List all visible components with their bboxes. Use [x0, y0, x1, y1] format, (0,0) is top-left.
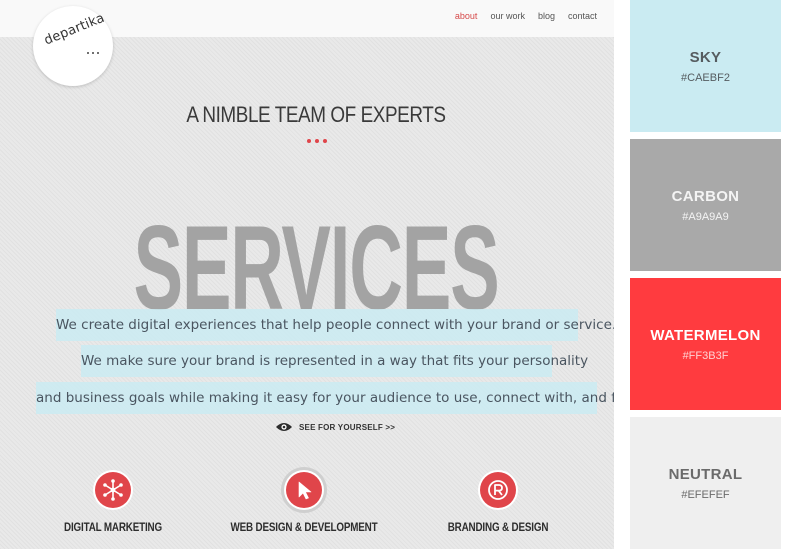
service-label: DIGITAL MARKETING: [64, 520, 162, 534]
intro-text-line-3: and business goals while making it easy …: [36, 382, 614, 414]
swatch-sky: SKY #CAEBF2: [630, 0, 781, 132]
nav-link-blog[interactable]: blog: [538, 11, 555, 21]
service-label: WEB DESIGN & DEVELOPMENT: [230, 520, 378, 534]
nav-link-about[interactable]: about: [455, 11, 478, 21]
swatch-neutral: NEUTRAL #EFEFEF: [630, 417, 781, 549]
page-headline: A NIMBLE TEAM OF EXPERTS: [186, 102, 446, 127]
nav-link-our-work[interactable]: our work: [490, 11, 525, 21]
intro-text-line-1: We create digital experiences that help …: [56, 309, 614, 341]
swatch-name: SKY: [689, 48, 722, 66]
swatch-hex: #A9A9A9: [682, 210, 729, 223]
nav-link-contact[interactable]: contact: [568, 11, 597, 21]
see-for-yourself-label: SEE FOR YOURSELF >>: [299, 422, 396, 432]
swatch-name: WATERMELON: [650, 326, 761, 344]
swatch-hex: #FF3B3F: [682, 349, 729, 362]
swatch-carbon: CARBON #A9A9A9: [630, 139, 781, 271]
logo[interactable]: departika: [33, 6, 113, 86]
cursor-icon: [286, 472, 322, 508]
swatch-watermelon: WATERMELON #FF3B3F: [630, 278, 781, 410]
see-for-yourself-link[interactable]: SEE FOR YOURSELF >>: [275, 421, 395, 433]
swatch-hex: #EFEFEF: [681, 488, 730, 501]
service-digital-marketing[interactable]: DIGITAL MARKETING: [18, 472, 208, 534]
eye-icon: [276, 423, 292, 431]
service-branding-design[interactable]: BRANDING & DESIGN: [403, 472, 593, 534]
headline-divider-dots: [307, 139, 327, 143]
main-nav: about our work blog contact: [455, 11, 597, 21]
swatch-hex: #CAEBF2: [681, 71, 730, 84]
network-icon: [95, 472, 131, 508]
swatch-name: NEUTRAL: [668, 465, 743, 483]
swatch-name: CARBON: [671, 187, 740, 205]
intro-text-line-2: We make sure your brand is represented i…: [81, 345, 588, 377]
service-web-design-development[interactable]: WEB DESIGN & DEVELOPMENT: [209, 472, 399, 534]
logo-dots: [87, 52, 99, 54]
website-preview: about our work blog contact departika A …: [0, 0, 614, 549]
service-label: BRANDING & DESIGN: [447, 520, 549, 534]
logo-text: departika: [42, 10, 107, 49]
registered-icon: [480, 472, 516, 508]
